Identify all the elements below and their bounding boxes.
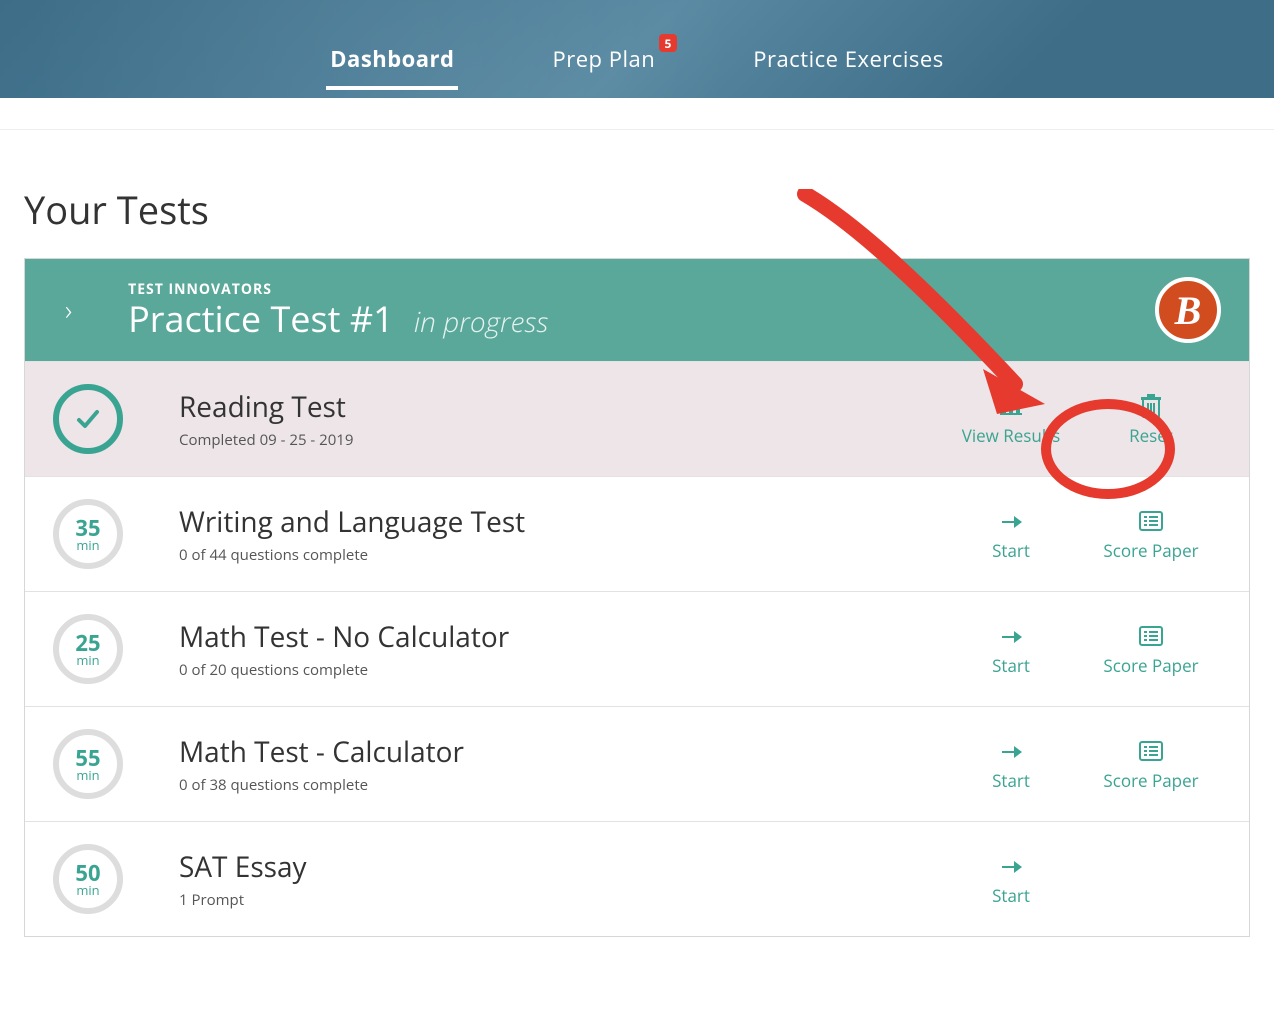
section-subtitle: 0 of 44 questions complete	[179, 545, 941, 565]
status-duration: 55min	[53, 729, 123, 799]
test-header: › TEST INNOVATORS Practice Test #1 in pr…	[25, 259, 1249, 361]
tab-prep-plan[interactable]: Prep Plan 5	[548, 32, 659, 90]
action-label: Start	[941, 769, 1081, 792]
header-nav: Dashboard Prep Plan 5 Practice Exercises	[0, 0, 1274, 98]
status-duration: 35min	[53, 499, 123, 569]
section-row: 35min Writing and Language Test 0 of 44 qu…	[25, 476, 1249, 591]
section-subtitle: 0 of 38 questions complete	[179, 775, 941, 795]
section-row: 50min SAT Essay 1 PromptStart	[25, 821, 1249, 936]
trash-icon	[1081, 392, 1221, 420]
bar-chart-icon	[941, 392, 1081, 420]
paper-icon	[1081, 507, 1221, 535]
test-status: in progress	[414, 303, 549, 341]
header-spacer	[0, 98, 1274, 130]
section-row: 55min Math Test - Calculator 0 of 38 quest…	[25, 706, 1249, 821]
test-badge-letter: B	[1155, 277, 1221, 343]
section-info: Math Test - Calculator 0 of 38 questions …	[179, 733, 941, 795]
tests-container: › TEST INNOVATORS Practice Test #1 in pr…	[24, 258, 1250, 937]
action-label: Start	[941, 539, 1081, 562]
section-subtitle: Completed 09 - 25 - 2019	[179, 430, 941, 450]
section-subtitle: 0 of 20 questions complete	[179, 660, 941, 680]
action-label: Score Paper	[1081, 539, 1221, 562]
arrow-right-icon	[941, 507, 1081, 535]
prep-plan-badge: 5	[659, 34, 677, 52]
section-title: Math Test - Calculator	[179, 733, 941, 771]
status-complete-icon	[53, 384, 123, 454]
minutes-label: min	[76, 884, 99, 897]
section-row: 25min Math Test - No Calculator 0 of 20 qu…	[25, 591, 1249, 706]
chevron-right-icon[interactable]: ›	[65, 291, 72, 329]
start-button[interactable]: Start	[941, 507, 1081, 562]
start-button[interactable]: Start	[941, 737, 1081, 792]
section-row: Reading Test Completed 09 - 25 - 2019View…	[25, 361, 1249, 476]
arrow-right-icon	[941, 622, 1081, 650]
action-label: Score Paper	[1081, 654, 1221, 677]
section-info: Writing and Language Test 0 of 44 questio…	[179, 503, 941, 565]
section-subtitle: 1 Prompt	[179, 890, 941, 910]
status-duration: 50min	[53, 844, 123, 914]
minutes-label: min	[76, 769, 99, 782]
section-title: Reading Test	[179, 388, 941, 426]
page-title: Your Tests	[0, 130, 1274, 258]
tab-prep-plan-label: Prep Plan	[552, 44, 655, 74]
section-info: SAT Essay 1 Prompt	[179, 848, 941, 910]
paper-icon	[1081, 737, 1221, 765]
arrow-right-icon	[941, 852, 1081, 880]
section-info: Reading Test Completed 09 - 25 - 2019	[179, 388, 941, 450]
action-label: Start	[941, 654, 1081, 677]
minutes-label: min	[76, 654, 99, 667]
action-label: Reset	[1081, 424, 1221, 447]
status-duration: 25min	[53, 614, 123, 684]
action-label: Score Paper	[1081, 769, 1221, 792]
paper-icon	[1081, 622, 1221, 650]
reset-button[interactable]: Reset	[1081, 392, 1221, 447]
action-label: View Results	[941, 424, 1081, 447]
arrow-right-icon	[941, 737, 1081, 765]
start-button[interactable]: Start	[941, 852, 1081, 907]
section-title: SAT Essay	[179, 848, 941, 886]
tab-dashboard[interactable]: Dashboard	[326, 32, 458, 90]
score-paper-button[interactable]: Score Paper	[1081, 737, 1221, 792]
score-paper-button[interactable]: Score Paper	[1081, 507, 1221, 562]
section-title: Math Test - No Calculator	[179, 618, 941, 656]
start-button[interactable]: Start	[941, 622, 1081, 677]
test-title: Practice Test #1	[128, 294, 394, 343]
score-paper-button[interactable]: Score Paper	[1081, 622, 1221, 677]
action-label: Start	[941, 884, 1081, 907]
minutes-label: min	[76, 539, 99, 552]
section-info: Math Test - No Calculator 0 of 20 questio…	[179, 618, 941, 680]
section-title: Writing and Language Test	[179, 503, 941, 541]
view-results-button[interactable]: View Results	[941, 392, 1081, 447]
tab-practice-exercises[interactable]: Practice Exercises	[749, 32, 948, 90]
